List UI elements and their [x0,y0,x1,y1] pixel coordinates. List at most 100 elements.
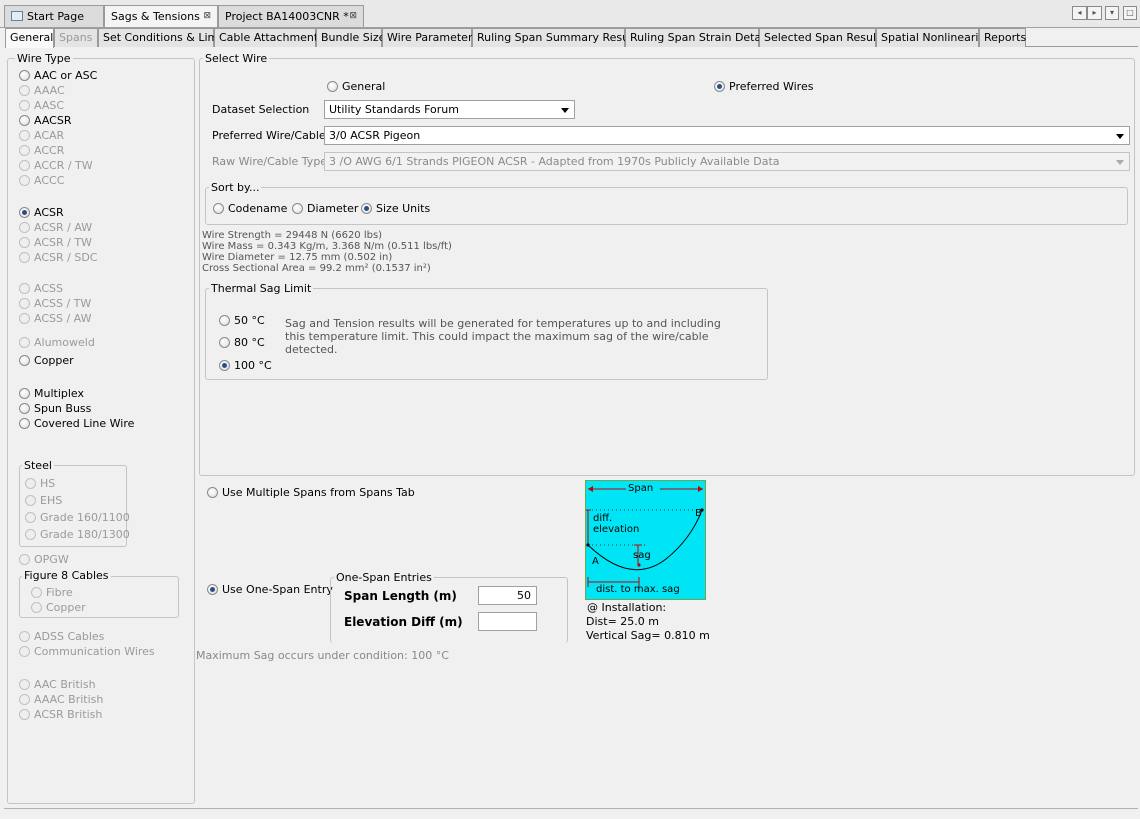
radio-sort-codename[interactable]: Codename [213,201,287,215]
elevation-diff-input[interactable] [478,612,537,631]
document-tab-bar: Start Page Sags & Tensions ⊠ Project BA1… [0,0,1140,28]
radio-acar: ACAR [19,128,64,142]
maximize-icon[interactable]: □ [1123,6,1137,20]
radio-icon [19,282,30,294]
steel-legend: Steel [22,459,54,472]
radio-icon [714,80,725,92]
radio-fig8-copper: Copper [31,600,86,614]
radio-thermal-100[interactable]: 100 °C [219,358,272,372]
start-page-icon [11,11,23,21]
radio-icon [213,202,224,214]
span-length-input[interactable]: 50 [478,586,537,605]
radio-acsr[interactable]: ACSR [19,205,64,219]
radio-covered-line-wire[interactable]: Covered Line Wire [19,416,134,430]
radio-steel-grade-180: Grade 180/1300 [25,527,130,541]
doc-tab-project[interactable]: Project BA14003CNR * ⊠ [218,5,364,27]
span-length-label: Span Length (m) [344,589,457,603]
radio-icon [19,84,30,96]
radio-icon [19,630,30,642]
radio-opgw: OPGW [19,552,69,566]
radio-steel-grade-160: Grade 160/1100 [25,510,130,524]
tab-selected-span-results[interactable]: Selected Span Results [759,28,886,47]
radio-sort-diameter[interactable]: Diameter [292,201,358,215]
radio-aac-asc[interactable]: AAC or ASC [19,68,97,82]
radio-communication-wires: Communication Wires [19,644,155,658]
raw-wire-label: Raw Wire/Cable Type: [212,155,331,168]
radio-copper[interactable]: Copper [19,353,74,367]
radio-icon [219,314,230,326]
diagram-background [586,481,705,599]
preferred-wire-select[interactable]: 3/0 ACSR Pigeon [324,126,1130,145]
radio-sort-size-units[interactable]: Size Units [361,201,430,215]
radio-adss: ADSS Cables [19,629,104,643]
radio-accc: ACCC [19,173,64,187]
tab-set-conditions[interactable]: Set Conditions & Limits [98,28,231,47]
radio-icon [207,583,218,595]
one-span-entries-legend: One-Span Entries [334,571,434,584]
tab-ruling-span-summary[interactable]: Ruling Span Summary Results [472,28,642,47]
tab-ruling-span-strain[interactable]: Ruling Span Strain Details [625,28,773,47]
radio-icon [19,402,30,414]
radio-icon [361,202,372,214]
close-icon[interactable]: ⊠ [349,11,357,21]
chevron-down-icon [561,108,569,113]
radio-multiple-spans[interactable]: Use Multiple Spans from Spans Tab [207,485,415,499]
thermal-note-line-2: this temperature limit. This could impac… [285,330,709,343]
radio-preferred-wires[interactable]: Preferred Wires [714,79,813,93]
doc-tab-sags-tensions[interactable]: Sags & Tensions ⊠ [104,5,218,27]
radio-fig8-fibre: Fibre [31,585,73,599]
radio-icon [19,336,30,348]
radio-multiplex[interactable]: Multiplex [19,386,84,400]
elevation-diff-label: Elevation Diff (m) [344,615,463,629]
radio-acsr-aw: ACSR / AW [19,220,92,234]
radio-aasc: AASC [19,98,64,112]
radio-icon [19,693,30,705]
radio-steel-hs: HS [25,476,55,490]
dataset-select[interactable]: Utility Standards Forum [324,100,575,119]
radio-spun-buss[interactable]: Spun Buss [19,401,91,415]
radio-icon [19,69,30,81]
figure8-legend: Figure 8 Cables [22,569,111,582]
sag-label: sag [633,550,651,561]
tab-spatial-nonlinearity[interactable]: Spatial Nonlinearity [876,28,989,47]
tab-bundle-size[interactable]: Bundle Size [316,28,385,47]
close-icon[interactable]: ⊠ [203,11,211,21]
radio-acsr-sdc: ACSR / SDC [19,250,97,264]
radio-one-span-entry[interactable]: Use One-Span Entry [207,582,333,596]
radio-icon [19,159,30,171]
radio-icon [19,387,30,399]
dropdown-icon[interactable]: ▾ [1105,6,1119,20]
raw-wire-select: 3 /O AWG 6/1 Strands PIGEON ACSR - Adapt… [324,152,1130,171]
radio-icon [25,494,36,506]
diff-label: diff. [593,513,613,524]
radio-icon [19,312,30,324]
wire-mass-text: Wire Mass = 0.343 Kg/m, 3.368 N/m (0.511… [202,241,452,252]
radio-icon [19,354,30,366]
wire-diameter-text: Wire Diameter = 12.75 mm (0.502 in) [202,252,393,263]
elevation-label: elevation [593,524,640,535]
radio-icon [19,708,30,720]
scroll-right-icon[interactable]: ▸ [1087,6,1102,20]
radio-general-wires[interactable]: General [327,79,385,93]
radio-alumoweld: Alumoweld [19,335,95,349]
tab-reports[interactable]: Reports [979,28,1026,47]
radio-steel-ehs: EHS [25,493,62,507]
radio-icon [25,511,36,523]
tab-wire-parameters[interactable]: Wire Parameters [382,28,478,47]
radio-thermal-80[interactable]: 80 °C [219,335,265,349]
scroll-left-icon[interactable]: ◂ [1072,6,1087,20]
radio-icon [327,80,338,92]
doc-tab-start-page[interactable]: Start Page [4,5,104,27]
radio-icon [292,202,303,214]
radio-aacsr[interactable]: AACSR [19,113,71,127]
select-wire-legend: Select Wire [203,52,270,65]
installation-vertical-sag: Vertical Sag= 0.810 m [586,629,710,642]
radio-icon [219,336,230,348]
installation-dist: Dist= 25.0 m [586,615,659,628]
max-sag-note: Maximum Sag occurs under condition: 100 … [196,649,449,662]
radio-icon [19,417,30,429]
radio-icon [25,477,36,489]
tab-cable-attachments[interactable]: Cable Attachments [214,28,324,47]
tab-general[interactable]: General [5,28,54,48]
radio-thermal-50[interactable]: 50 °C [219,313,265,327]
